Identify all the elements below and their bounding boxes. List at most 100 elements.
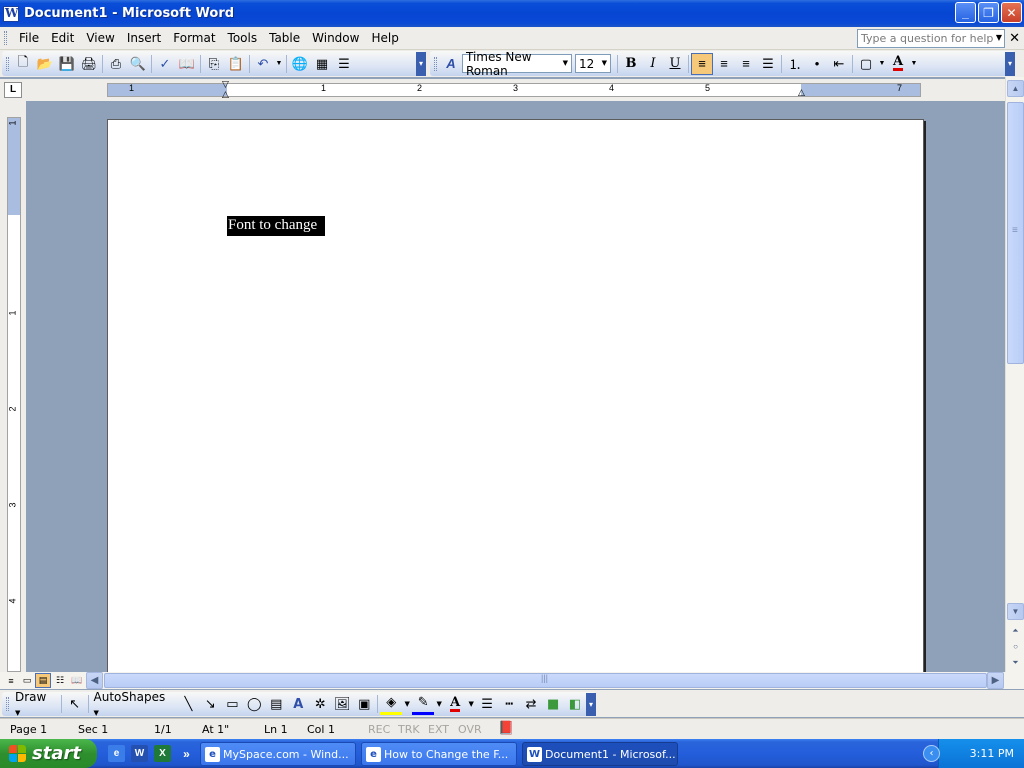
draw-menu-button[interactable]: Draw ▼ <box>12 690 59 718</box>
toolbar-options-icon[interactable]: ▾ <box>1005 51 1015 76</box>
scroll-down-icon[interactable]: ▼ <box>1007 603 1024 620</box>
toolbar-grip[interactable] <box>6 56 9 71</box>
italic-button[interactable]: I <box>642 53 664 75</box>
clip-art-icon[interactable]: 🖼 <box>331 693 353 715</box>
table-icon[interactable]: ▦ <box>311 53 333 75</box>
align-center-icon[interactable]: ≡ <box>713 53 735 75</box>
quicklaunch-overflow-icon[interactable]: » <box>178 745 195 762</box>
vertical-scroll-thumb[interactable] <box>1007 102 1024 364</box>
justify-icon[interactable]: ☰ <box>757 53 779 75</box>
undo-icon[interactable]: ↶ <box>252 53 274 75</box>
numbering-icon[interactable]: ⒈ <box>784 53 806 75</box>
menu-help[interactable]: Help <box>365 29 404 47</box>
line-icon[interactable]: ╲ <box>177 693 199 715</box>
status-rec[interactable]: REC <box>368 723 390 736</box>
borders-icon[interactable]: ▢ <box>855 53 877 75</box>
print-preview-icon[interactable]: 🔍 <box>127 53 149 75</box>
paste-icon[interactable]: 📋 <box>225 53 247 75</box>
hyperlink-icon[interactable]: 🌐 <box>289 53 311 75</box>
scroll-left-icon[interactable]: ◀ <box>86 672 103 689</box>
excel-quicklaunch-icon[interactable]: X <box>154 745 171 762</box>
menu-window[interactable]: Window <box>306 29 365 47</box>
task-how-to-change[interactable]: e How to Change the F... <box>361 742 517 766</box>
normal-view-icon[interactable]: ≡ <box>3 673 19 688</box>
internet-explorer-icon[interactable]: e <box>108 745 125 762</box>
horizontal-ruler[interactable]: 1 1 2 3 4 5 7 ▽ △ △ <box>107 79 921 100</box>
menu-tools[interactable]: Tools <box>222 29 264 47</box>
decrease-indent-icon[interactable]: ⇤ <box>828 53 850 75</box>
columns-icon[interactable]: ☰ <box>333 53 355 75</box>
align-right-icon[interactable]: ≡ <box>735 53 757 75</box>
close-button[interactable]: ✕ <box>1001 2 1022 23</box>
maximize-button[interactable]: ❐ <box>978 2 999 23</box>
font-color-button[interactable]: A <box>887 53 909 75</box>
fill-color-icon[interactable]: ◈ <box>380 693 403 715</box>
dash-style-icon[interactable]: ┅ <box>498 693 520 715</box>
shadow-style-icon[interactable]: ■ <box>542 693 564 715</box>
right-indent-marker[interactable]: △ <box>798 87 805 98</box>
line-style-icon[interactable]: ☰ <box>476 693 498 715</box>
picture-icon[interactable]: ▣ <box>353 693 375 715</box>
fill-color-dropdown-icon[interactable]: ▼ <box>402 693 412 715</box>
draw-font-color-button[interactable]: A <box>444 693 466 715</box>
previous-page-icon[interactable]: ⏶ <box>1007 622 1024 639</box>
reading-layout-icon[interactable]: 📖 <box>69 673 85 688</box>
menu-grip[interactable] <box>4 31 7 45</box>
line-color-dropdown-icon[interactable]: ▼ <box>434 693 444 715</box>
styles-icon[interactable]: A <box>440 53 462 75</box>
next-page-icon[interactable]: ⏷ <box>1007 654 1024 671</box>
research-icon[interactable]: 📖 <box>176 53 198 75</box>
menu-file[interactable]: File <box>13 29 45 47</box>
word-app-icon[interactable] <box>3 5 19 22</box>
print-layout-icon[interactable]: ▤ <box>35 673 51 688</box>
draw-font-color-dropdown-icon[interactable]: ▼ <box>466 693 476 715</box>
document-page[interactable]: Font to change <box>107 119 924 672</box>
bullets-icon[interactable]: • <box>806 53 828 75</box>
arrow-style-icon[interactable]: ⇄ <box>520 693 542 715</box>
permission-icon[interactable]: 🖨 <box>78 53 100 75</box>
word-quicklaunch-icon[interactable]: W <box>131 745 148 762</box>
clock[interactable]: 3:11 PM <box>970 747 1014 760</box>
show-hidden-icons-icon[interactable]: ‹ <box>923 745 940 762</box>
menu-format[interactable]: Format <box>167 29 221 47</box>
toolbar-options-icon[interactable]: ▾ <box>586 692 597 716</box>
start-button[interactable]: start <box>0 739 97 768</box>
selected-text[interactable]: Font to change <box>227 216 326 236</box>
bold-button[interactable]: B <box>620 53 642 75</box>
task-document1[interactable]: W Document1 - Microsof... <box>522 742 678 766</box>
spelling-icon[interactable]: ✓ <box>154 53 176 75</box>
rectangle-icon[interactable]: ▭ <box>221 693 243 715</box>
web-layout-icon[interactable]: ▭ <box>19 673 35 688</box>
borders-dropdown-icon[interactable]: ▼ <box>877 53 887 75</box>
help-search-input[interactable]: Type a question for help ▼ <box>857 29 1005 48</box>
minimize-button[interactable]: _ <box>955 2 976 23</box>
toolbar-grip[interactable] <box>6 697 9 711</box>
horizontal-scroll-thumb[interactable] <box>104 673 987 688</box>
menu-edit[interactable]: Edit <box>45 29 80 47</box>
line-color-icon[interactable]: ✎ <box>412 693 435 715</box>
select-objects-icon[interactable]: ↖ <box>64 693 86 715</box>
scroll-up-icon[interactable]: ▲ <box>1007 80 1024 97</box>
menu-view[interactable]: View <box>80 29 120 47</box>
select-browse-object-icon[interactable]: ○ <box>1007 638 1024 655</box>
toolbar-grip[interactable] <box>434 56 437 71</box>
document-close-button[interactable]: ✕ <box>1009 30 1020 46</box>
status-ovr[interactable]: OVR <box>458 723 482 736</box>
vertical-scrollbar[interactable]: ▲ ▼ ⏶ ○ ⏷ <box>1005 77 1024 672</box>
3d-style-icon[interactable]: ◧ <box>564 693 586 715</box>
font-color-dropdown-icon[interactable]: ▼ <box>909 53 919 75</box>
spelling-status-icon[interactable]: 📕 <box>498 721 514 736</box>
task-myspace[interactable]: e MySpace.com - Wind... <box>200 742 356 766</box>
new-document-icon[interactable]: 🗋 <box>12 53 34 75</box>
print-icon[interactable]: ⎙ <box>105 53 127 75</box>
left-indent-marker[interactable]: △ <box>222 89 229 100</box>
copy-icon[interactable]: ⎘ <box>203 53 225 75</box>
text-box-icon[interactable]: ▤ <box>265 693 287 715</box>
font-size-select[interactable]: 12 ▼ <box>575 54 611 73</box>
font-name-select[interactable]: Times New Roman ▼ <box>462 50 572 78</box>
menu-insert[interactable]: Insert <box>121 29 167 47</box>
diagram-icon[interactable]: ✲ <box>309 693 331 715</box>
open-folder-icon[interactable]: 📂 <box>34 53 56 75</box>
scroll-right-icon[interactable]: ▶ <box>987 672 1004 689</box>
toolbar-options-icon[interactable]: ▾ <box>416 51 426 76</box>
